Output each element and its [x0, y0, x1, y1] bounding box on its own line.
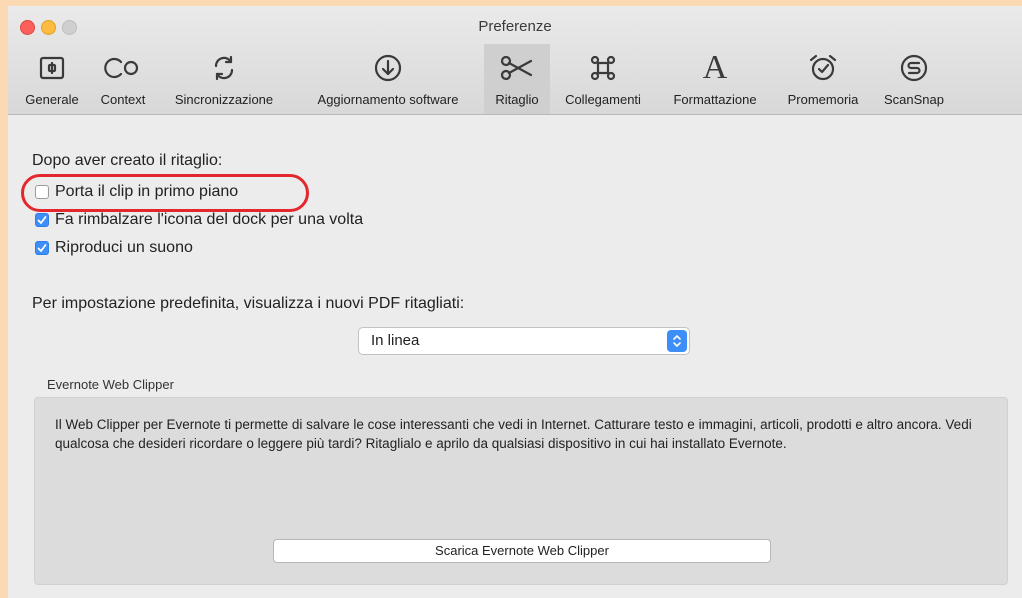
bring-clip-front-checkbox[interactable] [35, 185, 49, 199]
tab-promemoria[interactable]: Promemoria [774, 44, 872, 114]
tab-aggiornamento-label: Aggiornamento software [317, 92, 459, 107]
tab-collegamenti-label: Collegamenti [565, 92, 641, 107]
tab-scansnap-label: ScanSnap [884, 92, 944, 107]
tab-sincronizzazione-label: Sincronizzazione [174, 92, 274, 107]
generale-icon [29, 48, 75, 88]
checkmark-icon [37, 216, 47, 224]
pdf-view-select[interactable]: In linea [358, 327, 690, 355]
tab-formattazione[interactable]: A Formattazione [656, 44, 774, 114]
tab-scansnap[interactable]: ScanSnap [872, 44, 956, 114]
web-clipper-group-label: Evernote Web Clipper [47, 377, 174, 392]
ritaglio-pane: Dopo aver creato il ritaglio: Porta il c… [8, 115, 1022, 598]
download-icon [365, 48, 411, 88]
scissors-icon [494, 48, 540, 88]
window-title: Preferenze [478, 18, 552, 35]
command-icon [580, 48, 626, 88]
bounce-dock-checkbox[interactable] [35, 213, 49, 227]
play-sound-option[interactable]: Riproduci un suono [35, 239, 193, 257]
font-icon: A [702, 49, 728, 86]
tab-generale[interactable]: Generale [14, 44, 90, 114]
checkmark-icon [37, 244, 47, 252]
context-icon [100, 48, 146, 88]
web-clipper-group: Il Web Clipper per Evernote ti permette … [34, 397, 1008, 585]
preferences-toolbar: Generale Context Sincronizzazione Aggior… [8, 44, 1022, 114]
title-bar: Preferenze Generale Context Sincronizzaz… [8, 6, 1022, 115]
tab-sincronizzazione[interactable]: Sincronizzazione [156, 44, 292, 114]
tab-ritaglio-label: Ritaglio [495, 92, 539, 107]
play-sound-checkbox[interactable] [35, 241, 49, 255]
tab-collegamenti[interactable]: Collegamenti [550, 44, 656, 114]
alarm-clock-icon [800, 48, 846, 88]
bounce-dock-option[interactable]: Fa rimbalzare l'icona del dock per una v… [35, 211, 363, 229]
pdf-default-label: Per impostazione predefinita, visualizza… [32, 295, 465, 312]
pdf-view-select-value: In linea [371, 332, 420, 349]
bounce-dock-label: Fa rimbalzare l'icona del dock per una v… [55, 211, 364, 228]
tab-aggiornamento-software[interactable]: Aggiornamento software [292, 44, 484, 114]
scansnap-icon [891, 48, 937, 88]
bring-clip-front-option[interactable]: Porta il clip in primo piano [35, 183, 238, 201]
web-clipper-description: Il Web Clipper per Evernote ti permette … [55, 417, 972, 451]
tab-formattazione-label: Formattazione [673, 92, 757, 107]
preferences-window: Preferenze Generale Context Sincronizzaz… [8, 6, 1022, 598]
download-web-clipper-button[interactable]: Scarica Evernote Web Clipper [273, 539, 771, 563]
tab-ritaglio[interactable]: Ritaglio [484, 44, 550, 114]
tab-promemoria-label: Promemoria [787, 92, 859, 107]
clip-heading: Dopo aver creato il ritaglio: [32, 152, 223, 169]
bring-clip-front-label: Porta il clip in primo piano [55, 183, 239, 200]
tab-context[interactable]: Context [90, 44, 156, 114]
sync-icon [201, 48, 247, 88]
play-sound-label: Riproduci un suono [55, 239, 193, 256]
tab-generale-label: Generale [25, 92, 79, 107]
tab-context-label: Context [100, 92, 146, 107]
chevron-updown-icon [667, 330, 687, 352]
